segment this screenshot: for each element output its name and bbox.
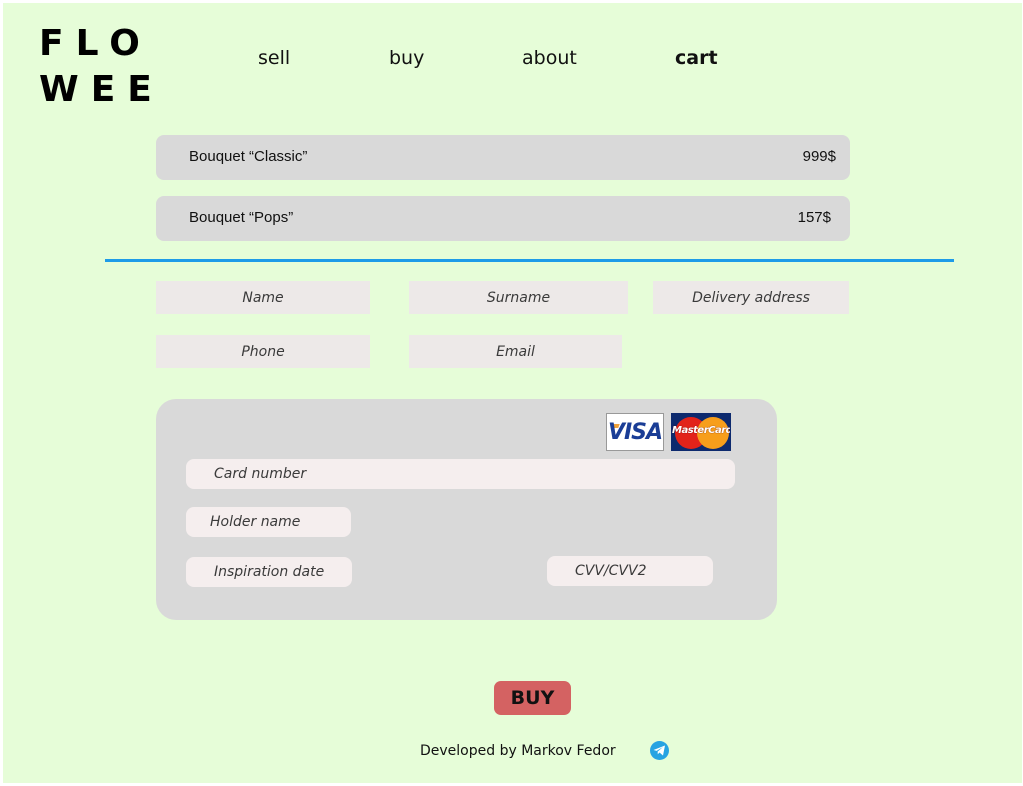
cvv-field[interactable] — [547, 556, 713, 586]
holder-name-field[interactable] — [186, 507, 351, 537]
cart-item[interactable]: Bouquet “Classic” 999$ — [156, 135, 850, 180]
cart-item-name: Bouquet “Pops” — [189, 209, 294, 226]
mastercard-logo: MasterCard — [671, 413, 731, 451]
phone-field[interactable] — [156, 335, 370, 368]
section-divider — [105, 259, 954, 262]
footer-credit: Developed by Markov Fedor — [420, 743, 616, 759]
mastercard-logo-text: MasterCard — [672, 425, 731, 436]
cart-item[interactable]: Bouquet “Pops” 157$ — [156, 196, 850, 241]
card-number-field[interactable] — [186, 459, 735, 489]
expiry-date-field[interactable] — [186, 557, 352, 587]
cart-item-price: 999$ — [802, 148, 836, 165]
payment-card-panel: VISA MasterCard — [156, 399, 777, 620]
logo-line-1: FLO — [39, 23, 152, 64]
visa-logo: VISA — [606, 413, 664, 451]
logo-line-2: WEE — [39, 69, 164, 110]
buy-button[interactable]: BUY — [494, 681, 571, 715]
cart-item-price: 157$ — [797, 209, 831, 226]
page: FLO WEE sell buy about cart Bouquet “Cla… — [3, 3, 1022, 783]
delivery-address-field[interactable] — [653, 281, 849, 314]
nav-cart-link[interactable]: cart — [675, 47, 718, 69]
nav-sell-link[interactable]: sell — [258, 47, 290, 69]
nav-buy-link[interactable]: buy — [389, 47, 424, 69]
telegram-icon[interactable] — [650, 741, 669, 760]
nav-about-link[interactable]: about — [522, 47, 577, 69]
surname-field[interactable] — [409, 281, 628, 314]
cart-item-name: Bouquet “Classic” — [189, 148, 308, 165]
name-field[interactable] — [156, 281, 370, 314]
visa-logo-text: VISA — [607, 420, 663, 445]
email-field[interactable] — [409, 335, 622, 368]
logo[interactable]: FLO WEE — [39, 21, 164, 113]
